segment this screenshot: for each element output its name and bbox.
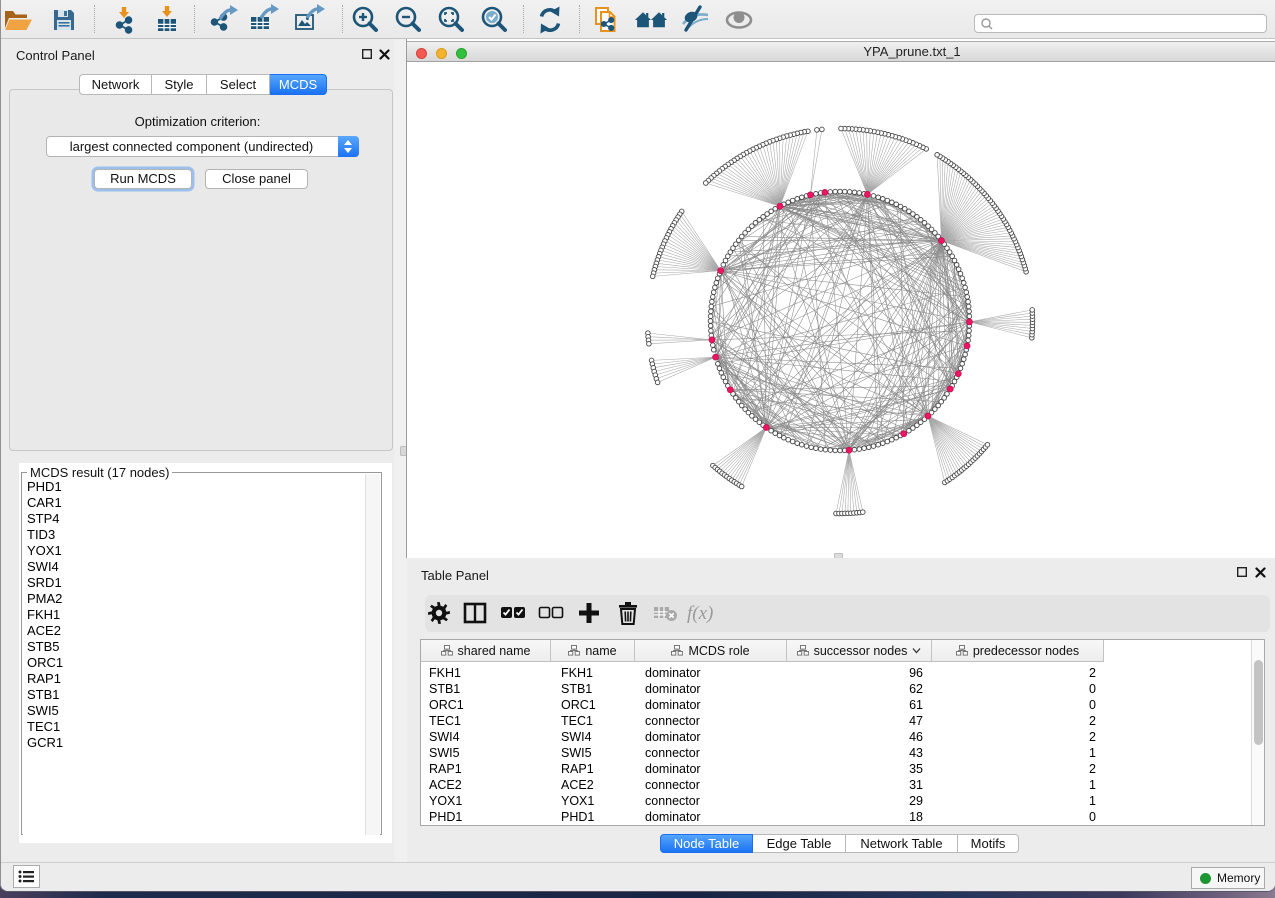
svg-text:f(x): f(x) [687, 603, 713, 624]
